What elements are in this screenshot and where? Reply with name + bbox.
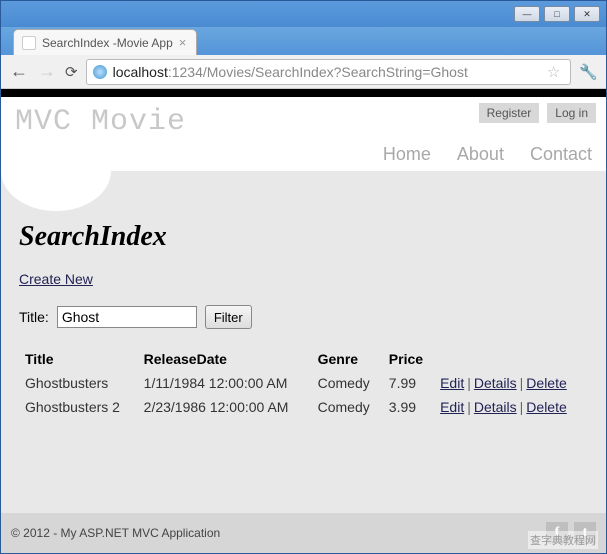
footer-copyright: © 2012 - My ASP.NET MVC Application <box>11 526 220 540</box>
tab-close-icon[interactable]: × <box>179 35 187 50</box>
close-icon: ✕ <box>583 9 591 20</box>
maximize-icon: □ <box>554 9 559 19</box>
details-link[interactable]: Details <box>474 399 517 415</box>
col-genre: Genre <box>312 347 383 371</box>
browser-toolbar: ← → ⟳ localhost:1234/Movies/SearchIndex?… <box>1 55 606 89</box>
search-input[interactable] <box>57 306 197 328</box>
movies-table: Title ReleaseDate Genre Price Ghostbuste… <box>19 347 588 419</box>
login-link[interactable]: Log in <box>547 103 596 123</box>
page-title: SearchIndex <box>19 221 588 253</box>
bookmark-icon[interactable]: ☆ <box>547 63 560 81</box>
delete-link[interactable]: Delete <box>526 399 566 415</box>
main-content: SearchIndex Create New Title: Filter Tit… <box>1 171 606 513</box>
filter-button[interactable]: Filter <box>205 305 252 329</box>
browser-tabstrip: SearchIndex -Movie App × <box>1 27 606 55</box>
nav-about[interactable]: About <box>457 144 504 165</box>
register-link[interactable]: Register <box>479 103 540 123</box>
favicon-icon <box>22 36 36 50</box>
browser-tab-active[interactable]: SearchIndex -Movie App × <box>13 29 197 55</box>
cell-actions: Edit|Details|Delete <box>434 371 588 395</box>
watermark-text: 查字典教程网 <box>528 531 598 549</box>
header-curve-decoration <box>1 131 111 211</box>
top-nav: Home About Contact <box>383 144 592 165</box>
maximize-button[interactable]: □ <box>544 6 570 22</box>
window-titlebar: — □ ✕ <box>1 1 606 27</box>
site-header: MVC Movie Register Log in Home About Con… <box>1 97 606 171</box>
url-path: :1234/Movies/SearchIndex?SearchString=Gh… <box>168 64 468 80</box>
settings-wrench-icon[interactable]: 🔧 <box>579 63 598 81</box>
cell-genre: Comedy <box>312 371 383 395</box>
tab-title: SearchIndex -Movie App <box>42 36 173 50</box>
delete-link[interactable]: Delete <box>526 375 566 391</box>
cell-release: 1/11/1984 12:00:00 AM <box>138 371 312 395</box>
cell-actions: Edit|Details|Delete <box>434 395 588 419</box>
url-host: localhost <box>113 64 168 80</box>
edit-link[interactable]: Edit <box>440 375 464 391</box>
site-footer: © 2012 - My ASP.NET MVC Application f t <box>1 513 606 553</box>
table-row: Ghostbusters 2 2/23/1986 12:00:00 AM Com… <box>19 395 588 419</box>
forward-button: → <box>37 61 57 82</box>
globe-icon <box>93 65 107 79</box>
reload-button[interactable]: ⟳ <box>65 63 78 81</box>
search-form: Title: Filter <box>19 305 588 329</box>
cell-release: 2/23/1986 12:00:00 AM <box>138 395 312 419</box>
table-row: Ghostbusters 1/11/1984 12:00:00 AM Comed… <box>19 371 588 395</box>
window-close-button[interactable]: ✕ <box>574 6 600 22</box>
address-bar[interactable]: localhost:1234/Movies/SearchIndex?Search… <box>86 59 572 85</box>
nav-contact[interactable]: Contact <box>530 144 592 165</box>
cell-title: Ghostbusters 2 <box>19 395 138 419</box>
edit-link[interactable]: Edit <box>440 399 464 415</box>
cell-price: 3.99 <box>383 395 434 419</box>
minimize-icon: — <box>523 9 532 19</box>
minimize-button[interactable]: — <box>514 6 540 22</box>
account-links: Register Log in <box>479 103 596 123</box>
search-label: Title: <box>19 309 49 325</box>
back-button[interactable]: ← <box>9 61 29 82</box>
col-price: Price <box>383 347 434 371</box>
create-new-link[interactable]: Create New <box>19 271 588 287</box>
cell-title: Ghostbusters <box>19 371 138 395</box>
cell-price: 7.99 <box>383 371 434 395</box>
cell-genre: Comedy <box>312 395 383 419</box>
col-release: ReleaseDate <box>138 347 312 371</box>
col-title: Title <box>19 347 138 371</box>
page-viewport: MVC Movie Register Log in Home About Con… <box>1 89 606 553</box>
top-black-bar <box>1 89 606 97</box>
browser-window: — □ ✕ SearchIndex -Movie App × ← → ⟳ loc… <box>0 0 607 554</box>
nav-home[interactable]: Home <box>383 144 431 165</box>
details-link[interactable]: Details <box>474 375 517 391</box>
